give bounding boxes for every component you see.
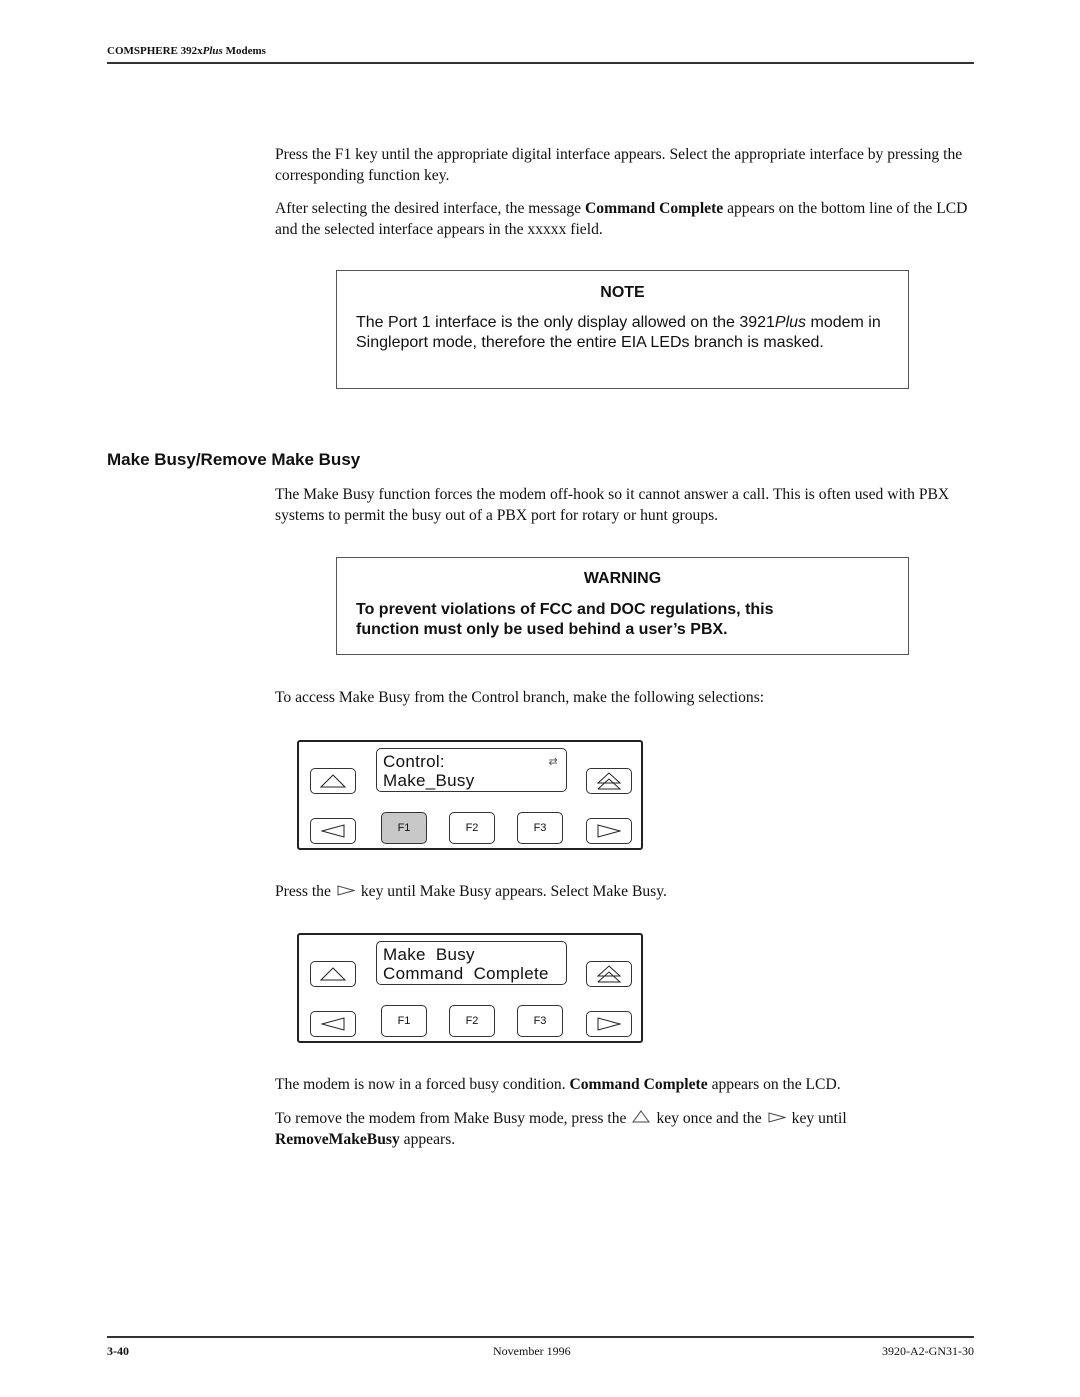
section-paragraph: The Make Busy function forces the modem …	[275, 486, 950, 524]
running-head-italic: Plus	[202, 45, 223, 57]
f2-key[interactable]: F2	[449, 812, 495, 844]
text: key until Make Busy appears. Select Make…	[360, 883, 667, 900]
lcd-line-2: Make_Busy	[383, 771, 475, 790]
f3-key[interactable]: F3	[517, 812, 563, 844]
right-triangle-icon	[597, 824, 621, 838]
lcd-line-2: Command Complete	[383, 964, 549, 983]
text: The Port 1 interface is the only display…	[356, 314, 775, 331]
bold-text: RemoveMakeBusy	[275, 1130, 400, 1148]
text: Press the	[275, 883, 331, 900]
left-arrow-key[interactable]	[310, 818, 356, 844]
italic-text: Plus	[774, 314, 807, 331]
text: After selecting the desired interface, t…	[275, 200, 586, 217]
up-arrow-key[interactable]	[310, 961, 356, 987]
up-triangle-icon	[320, 967, 346, 981]
f1-key[interactable]: F1	[381, 812, 427, 844]
up-triangle-icon	[632, 1109, 651, 1130]
intro-paragraph-2: After selecting the desired interface, t…	[275, 199, 980, 240]
press-paragraph: Press the key until Make Busy appears. Se…	[275, 882, 980, 903]
up-triangle-icon	[320, 774, 346, 788]
bold-text: Command Complete	[585, 200, 724, 217]
right-triangle-icon	[337, 882, 356, 903]
section-heading: Make Busy/Remove Make Busy	[107, 450, 361, 469]
footer-rule	[107, 1336, 974, 1338]
left-triangle-icon	[321, 824, 345, 838]
top-level-key[interactable]	[586, 768, 632, 794]
header-rule	[107, 62, 974, 64]
keypad-diagram-2: Make Busy Command Complete F1 F2 F3	[297, 933, 643, 1043]
lcd-display: Make Busy Command Complete	[376, 941, 567, 985]
f2-key[interactable]: F2	[449, 1005, 495, 1037]
text: appears.	[399, 1130, 456, 1148]
note-title: NOTE	[600, 284, 645, 301]
double-up-triangle-icon	[596, 965, 622, 983]
intro-paragraph-1: Press the F1 key until the appropriate d…	[275, 146, 963, 184]
text: key until	[791, 1110, 847, 1127]
warning-body: To prevent violations of FCC and DOC reg…	[356, 601, 774, 638]
text: appears on the LCD.	[707, 1076, 841, 1093]
running-head-prefix: COMSPHERE 392x	[107, 45, 203, 57]
running-head-suffix: Modems	[222, 45, 266, 57]
lcd-line-1: Control:	[383, 752, 445, 771]
lcd-line-1: Make Busy	[383, 945, 475, 964]
bold-text: Command Complete	[569, 1076, 708, 1093]
f3-key[interactable]: F3	[517, 1005, 563, 1037]
left-triangle-icon	[321, 1017, 345, 1031]
lcd-display: Control: Make_Busy ⇄	[376, 748, 567, 792]
text: key once and the	[656, 1110, 762, 1127]
access-paragraph: To access Make Busy from the Control bra…	[275, 689, 765, 706]
page-number: 3-40	[107, 1344, 129, 1358]
result-paragraph: The modem is now in a forced busy condit…	[275, 1075, 980, 1096]
right-triangle-icon	[597, 1017, 621, 1031]
warning-box: WARNING To prevent violations of FCC and…	[336, 557, 909, 655]
right-arrow-key[interactable]	[586, 1011, 632, 1037]
remove-paragraph: To remove the modem from Make Busy mode,…	[275, 1109, 980, 1150]
warning-title: WARNING	[583, 570, 662, 587]
scroll-arrows-icon: ⇄	[548, 756, 558, 768]
note-box: NOTE The Port 1 interface is the only di…	[336, 270, 909, 389]
text: To remove the modem from Make Busy mode,…	[275, 1110, 627, 1127]
top-level-key[interactable]	[586, 961, 632, 987]
running-head: COMSPHERE 392xPlus Modems	[107, 45, 266, 57]
up-arrow-key[interactable]	[310, 768, 356, 794]
right-arrow-key[interactable]	[586, 818, 632, 844]
f1-key[interactable]: F1	[381, 1005, 427, 1037]
right-triangle-icon	[768, 1109, 787, 1130]
text: The modem is now in a forced busy condit…	[275, 1076, 570, 1093]
keypad-diagram-1: Control: Make_Busy ⇄ F1 F2 F3	[297, 740, 643, 850]
document-id: 3920-A2-GN31-30	[882, 1344, 974, 1358]
double-up-triangle-icon	[596, 772, 622, 790]
left-arrow-key[interactable]	[310, 1011, 356, 1037]
note-body: The Port 1 interface is the only display…	[337, 313, 908, 353]
footer-date: November 1996	[493, 1344, 571, 1358]
